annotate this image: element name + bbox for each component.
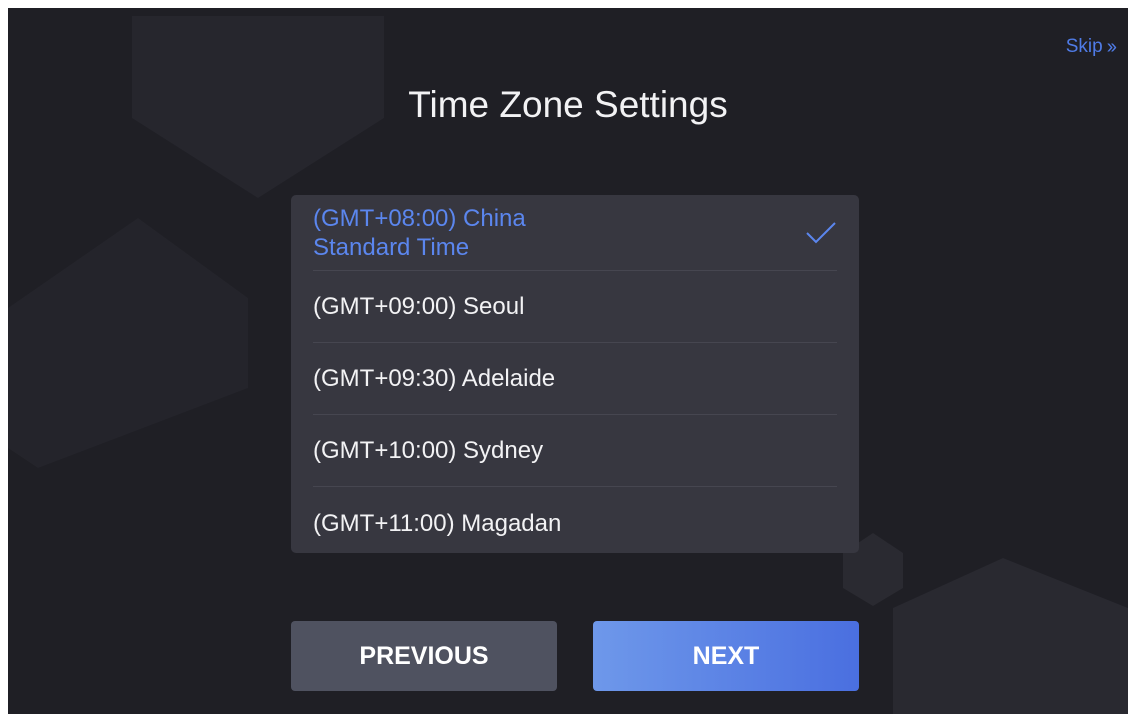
timezone-item-selected[interactable]: (GMT+08:00) China Standard Time — [313, 195, 837, 271]
timezone-item-label: (GMT+09:00) Seoul — [313, 293, 525, 320]
check-icon — [806, 222, 836, 244]
timezone-item[interactable]: (GMT+11:00) Magadan — [313, 487, 837, 553]
timezone-list[interactable]: (GMT+08:00) China Standard Time (GMT+09:… — [291, 195, 859, 553]
timezone-item-label: (GMT+09:30) Adelaide — [313, 365, 556, 392]
timezone-item[interactable]: (GMT+09:00) Seoul — [313, 271, 837, 343]
page-title: Time Zone Settings — [408, 84, 728, 125]
next-button[interactable]: NEXT — [593, 621, 859, 691]
previous-button[interactable]: PREVIOUS — [291, 621, 557, 691]
timezone-item-label: (GMT+08:00) China Standard Time — [313, 204, 526, 261]
double-chevron-right-icon: ›› — [1106, 36, 1117, 58]
skip-label: Skip — [1065, 36, 1103, 57]
timezone-item[interactable]: (GMT+10:00) Sydney — [313, 415, 837, 487]
setup-screen: Skip ›› Time Zone Settings (GMT+08:00) C… — [8, 8, 1128, 714]
timezone-item[interactable]: (GMT+09:30) Adelaide — [313, 343, 837, 415]
timezone-item-label: (GMT+10:00) Sydney — [313, 437, 544, 464]
timezone-item-label: (GMT+11:00) Magadan — [313, 509, 562, 537]
skip-link[interactable]: Skip ›› — [1065, 36, 1117, 58]
